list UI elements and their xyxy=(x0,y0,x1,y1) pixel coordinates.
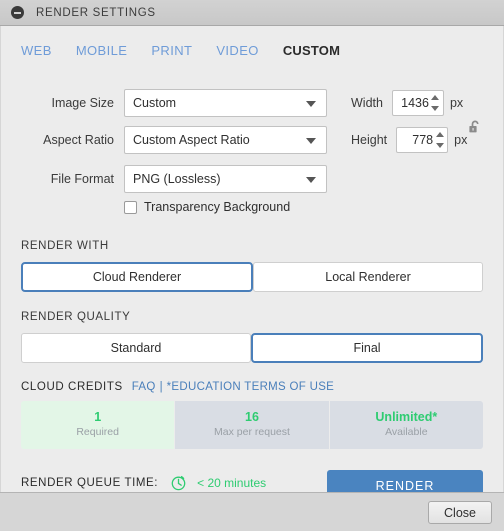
title-bar: RENDER SETTINGS xyxy=(0,0,504,26)
credits-required-value: 1 xyxy=(94,410,102,424)
aspect-ratio-label: Aspect Ratio xyxy=(43,133,114,147)
image-size-label: Image Size xyxy=(51,96,114,110)
render-with-local-renderer[interactable]: Local Renderer xyxy=(253,262,483,292)
file-format-value: PNG (Lossless) xyxy=(133,172,221,186)
close-button[interactable]: Close xyxy=(428,501,492,524)
education-terms-link[interactable]: *EDUCATION TERMS OF USE xyxy=(167,381,335,393)
render-queue-time-value: < 20 minutes xyxy=(197,475,267,490)
render-queue-time-label: RENDER QUEUE TIME: xyxy=(21,476,159,489)
credits-required: 1 Required xyxy=(21,401,176,449)
transparency-background-label: Transparency Background xyxy=(144,200,291,214)
cloud-credits-title: CLOUD CREDITS xyxy=(21,381,123,393)
file-format-select[interactable]: PNG (Lossless) xyxy=(124,165,327,193)
file-format-row: File Format PNG (Lossless) xyxy=(1,165,503,193)
minus-circle-icon[interactable] xyxy=(11,6,24,19)
settings-panel: WEB MOBILE PRINT VIDEO CUSTOM Image Size… xyxy=(1,26,503,502)
render-quality-standard[interactable]: Standard xyxy=(21,333,251,363)
credits-max-value: 16 xyxy=(245,410,259,424)
width-input[interactable]: 1436 xyxy=(391,90,444,116)
link-separator: | xyxy=(159,381,163,393)
height-unit: px xyxy=(454,133,468,147)
render-quality-title: RENDER QUALITY xyxy=(21,311,131,323)
height-stepper[interactable] xyxy=(435,132,444,148)
tab-video[interactable]: VIDEO xyxy=(216,43,258,58)
render-with-cloud-renderer[interactable]: Cloud Renderer xyxy=(21,262,253,292)
image-size-row: Image Size Custom Width 1436 px xyxy=(1,89,503,117)
cloud-credits-summary: 1 Required 16 Max per request Unlimited*… xyxy=(21,401,483,449)
render-queue-time-row: RENDER QUEUE TIME: < 20 minutes xyxy=(21,474,266,491)
file-format-label: File Format xyxy=(50,172,114,186)
height-label: Height xyxy=(351,133,388,147)
height-input[interactable]: 778 xyxy=(396,127,449,153)
transparency-background-row[interactable]: Transparency Background xyxy=(124,200,290,214)
render-quality-final[interactable]: Final xyxy=(251,333,483,363)
chevron-down-icon xyxy=(306,177,316,183)
credits-available-label: Available xyxy=(385,426,428,439)
height-value: 778 xyxy=(412,133,434,147)
width-stepper[interactable] xyxy=(431,95,440,111)
tab-mobile[interactable]: MOBILE xyxy=(76,43,128,58)
faq-link[interactable]: FAQ xyxy=(132,381,156,393)
credits-required-label: Required xyxy=(76,426,119,439)
aspect-ratio-select[interactable]: Custom Aspect Ratio xyxy=(124,126,327,154)
aspect-ratio-value: Custom Aspect Ratio xyxy=(133,133,250,147)
window-title: RENDER SETTINGS xyxy=(36,6,156,19)
credits-available-value: Unlimited* xyxy=(375,410,438,424)
image-size-value: Custom xyxy=(133,96,177,110)
tab-print[interactable]: PRINT xyxy=(151,43,192,58)
chevron-down-icon xyxy=(306,138,316,144)
tab-web[interactable]: WEB xyxy=(21,43,52,58)
unlocked-padlock-icon[interactable] xyxy=(467,119,483,135)
render-with-title: RENDER WITH xyxy=(21,240,109,252)
width-value: 1436 xyxy=(401,96,429,110)
transparency-background-checkbox[interactable] xyxy=(124,200,137,214)
render-quality-group: Standard Final xyxy=(21,333,483,363)
cloud-credits-header: CLOUD CREDITS FAQ | *EDUCATION TERMS OF … xyxy=(21,381,334,393)
aspect-ratio-row: Aspect Ratio Custom Aspect Ratio Height … xyxy=(1,126,503,154)
chevron-down-icon xyxy=(306,101,316,107)
image-size-select[interactable]: Custom xyxy=(124,89,327,117)
credits-max-label: Max per request xyxy=(214,426,290,439)
width-unit: px xyxy=(449,96,464,110)
credits-max-per-request: 16 Max per request xyxy=(175,401,330,449)
stopwatch-icon xyxy=(170,474,187,491)
render-with-group: Cloud Renderer Local Renderer xyxy=(21,262,483,292)
tab-custom[interactable]: CUSTOM xyxy=(283,43,340,58)
credits-available: Unlimited* Available xyxy=(329,401,483,449)
preset-tabs: WEB MOBILE PRINT VIDEO CUSTOM xyxy=(21,43,364,58)
width-label: Width xyxy=(351,96,383,110)
dialog-footer: Close xyxy=(0,492,504,531)
render-settings-dialog: RENDER SETTINGS WEB MOBILE PRINT VIDEO C… xyxy=(0,0,504,531)
